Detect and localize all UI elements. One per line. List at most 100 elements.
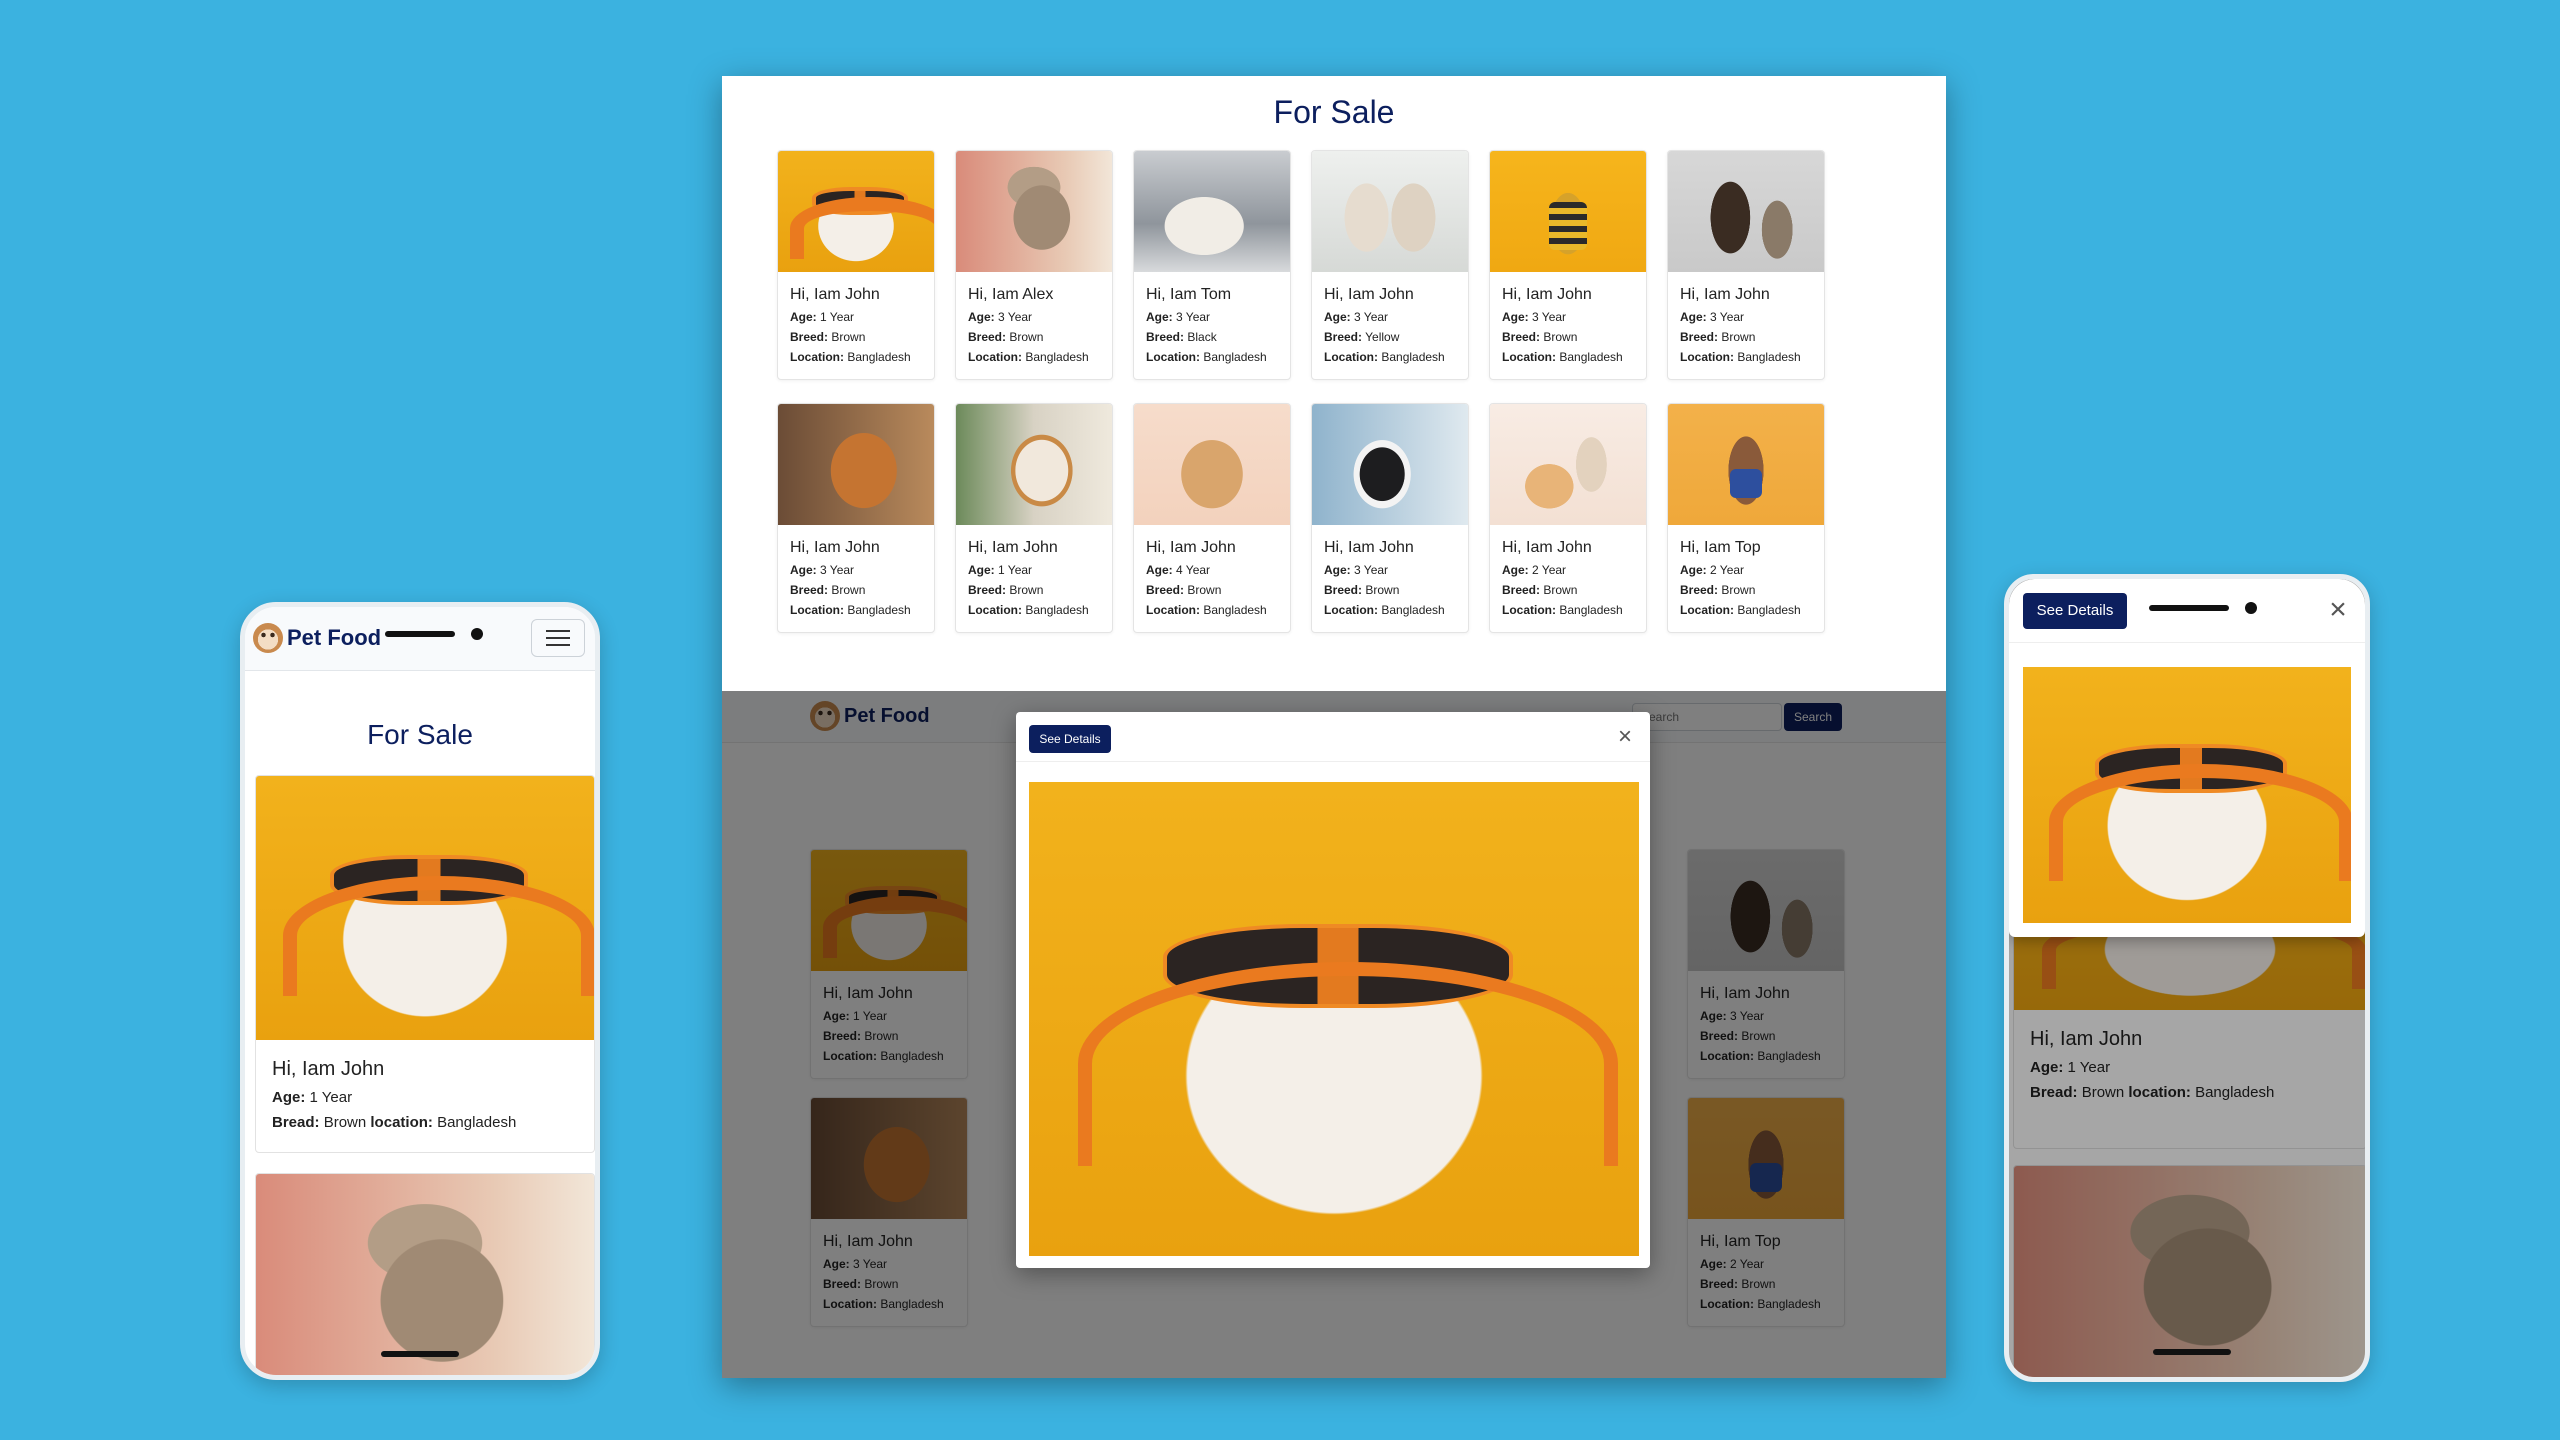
pet-photo [956, 151, 1112, 272]
pet-age: Age: 3 Year [968, 310, 1033, 324]
pet-photo [778, 151, 934, 272]
close-icon[interactable]: × [2321, 593, 2355, 627]
pet-name: Hi, Iam John [1324, 286, 1414, 303]
pet-photo [778, 404, 934, 525]
pet-photo [1668, 404, 1824, 525]
pet-photo [1134, 404, 1290, 525]
pet-location: Location: Bangladesh [790, 603, 911, 617]
pet-photo [256, 776, 594, 1040]
pet-card[interactable]: Hi, Iam John Age: 3 Year Breed: Brown Lo… [777, 403, 935, 633]
pet-breed-location: Bread: Brown location: Bangladesh [272, 1114, 517, 1131]
pet-location: Location: Bangladesh [1502, 350, 1623, 364]
pet-photo [1490, 151, 1646, 272]
pet-age: Age: 3 Year [1502, 310, 1567, 324]
pet-breed: Breed: Brown [1502, 583, 1578, 597]
pet-detail-modal: See Details × [2009, 579, 2365, 937]
pet-card[interactable]: Hi, Iam John Age: 3 Year Breed: Brown Lo… [1489, 150, 1647, 380]
pet-breed: Breed: Brown [968, 583, 1044, 597]
pet-card[interactable]: Hi, Iam Top Age: 2 Year Breed: Brown Loc… [1667, 403, 1825, 633]
pet-location: Location: Bangladesh [1680, 603, 1801, 617]
pet-name: Hi, Iam John [272, 1058, 385, 1080]
pet-location: Location: Bangladesh [1146, 603, 1267, 617]
pet-card[interactable]: Hi, Iam John Age: 3 Year Breed: Brown Lo… [1667, 150, 1825, 380]
phone-speaker [385, 631, 455, 637]
pet-card[interactable]: Hi, Iam Alex Age: 3 Year Breed: Brown Lo… [955, 150, 1113, 380]
mobile-phone-right: Hi, Iam John Age: 1 Year Bread: Brown lo… [2004, 574, 2370, 1382]
pet-location: Location: Bangladesh [1324, 603, 1445, 617]
pet-age: Age: 3 Year [790, 563, 855, 577]
pet-age: Age: 3 Year [1324, 563, 1389, 577]
mobile-navbar: Pet Food [245, 607, 595, 671]
pet-breed: Breed: Yellow [1324, 330, 1400, 344]
pet-age: Age: 1 Year [968, 563, 1033, 577]
pet-age: Age: 2 Year [1680, 563, 1745, 577]
pet-card[interactable] [255, 1173, 595, 1375]
pet-photo [1490, 404, 1646, 525]
pet-photo [1668, 151, 1824, 272]
pet-name: Hi, Iam John [968, 539, 1058, 556]
pet-detail-modal: See Details × [1016, 712, 1650, 1268]
modal-header: See Details × [1016, 712, 1650, 762]
pet-photo [1312, 151, 1468, 272]
pet-location: Location: Bangladesh [1146, 350, 1267, 364]
pet-photo [1134, 151, 1290, 272]
modal-pet-photo [1029, 782, 1639, 1256]
page-title: For Sale [1273, 94, 1395, 130]
pet-name: Hi, Iam Tom [1146, 286, 1232, 303]
pet-location: Location: Bangladesh [1324, 350, 1445, 364]
see-details-button[interactable]: See Details [2023, 593, 2127, 629]
pet-breed: Breed: Brown [790, 583, 866, 597]
modal-header: See Details × [2009, 579, 2365, 643]
home-indicator [381, 1351, 459, 1357]
pet-age: Age: 2 Year [1502, 563, 1567, 577]
pet-name: Hi, Iam John [1324, 539, 1414, 556]
pet-name: Hi, Iam John [1680, 286, 1770, 303]
mobile-phone-left: Pet Food For Sale Hi, Iam John Age: 1 Ye… [240, 602, 600, 1380]
phone-camera [2245, 602, 2257, 614]
pet-breed: Breed: Brown [1146, 583, 1222, 597]
phone-camera [471, 628, 483, 640]
pet-location: Location: Bangladesh [790, 350, 911, 364]
modal-pet-photo [2023, 667, 2351, 923]
pet-card[interactable]: Hi, Iam John Age: 1 Year Breed: Brown Lo… [955, 403, 1113, 633]
brand-name: Pet Food [287, 625, 382, 650]
pet-age: Age: 1 Year [790, 310, 855, 324]
pet-name: Hi, Iam John [1146, 539, 1236, 556]
pet-breed: Breed: Brown [1502, 330, 1578, 344]
pet-name: Hi, Iam Top [1680, 539, 1761, 556]
pet-card[interactable]: Hi, Iam John Age: 3 Year Breed: Brown Lo… [1311, 403, 1469, 633]
pet-name: Hi, Iam John [790, 286, 880, 303]
pet-name: Hi, Iam John [790, 539, 880, 556]
pet-age: Age: 3 Year [1324, 310, 1389, 324]
pet-photo [1312, 404, 1468, 525]
pet-name: Hi, Iam Alex [968, 286, 1054, 303]
brand-logo[interactable]: Pet Food [253, 623, 381, 653]
pet-card[interactable]: Hi, Iam John Age: 2 Year Breed: Brown Lo… [1489, 403, 1647, 633]
pet-location: Location: Bangladesh [968, 603, 1089, 617]
pet-photo [256, 1174, 594, 1375]
pet-location: Location: Bangladesh [1502, 603, 1623, 617]
pet-breed: Breed: Brown [1680, 583, 1756, 597]
pet-age: Age: 3 Year [1146, 310, 1211, 324]
pet-card[interactable]: Hi, Iam John Age: 3 Year Breed: Yellow L… [1311, 150, 1469, 380]
pet-breed: Breed: Brown [1680, 330, 1756, 344]
pet-age: Age: 1 Year [272, 1089, 353, 1106]
page-title: For Sale [367, 719, 473, 750]
see-details-button[interactable]: See Details [1029, 725, 1111, 753]
hamster-logo-icon [253, 623, 283, 653]
pet-card[interactable]: Hi, Iam John Age: 1 Year Bread: Brown lo… [255, 775, 595, 1153]
pet-card[interactable]: Hi, Iam Tom Age: 3 Year Breed: Black Loc… [1133, 150, 1291, 380]
pet-name: Hi, Iam John [1502, 539, 1592, 556]
pet-breed: Breed: Brown [1324, 583, 1400, 597]
home-indicator [2153, 1349, 2231, 1355]
pet-card[interactable]: Hi, Iam John Age: 1 Year Breed: Brown Lo… [777, 150, 935, 380]
pet-breed: Breed: Brown [790, 330, 866, 344]
close-icon[interactable]: × [1612, 724, 1638, 750]
pet-card[interactable]: Hi, Iam John Age: 4 Year Breed: Brown Lo… [1133, 403, 1291, 633]
pet-age: Age: 3 Year [1680, 310, 1745, 324]
pet-age: Age: 4 Year [1146, 563, 1211, 577]
pet-name: Hi, Iam John [1502, 286, 1592, 303]
hamburger-icon[interactable] [531, 619, 585, 657]
pet-location: Location: Bangladesh [968, 350, 1089, 364]
pet-breed: Breed: Black [1146, 330, 1217, 344]
